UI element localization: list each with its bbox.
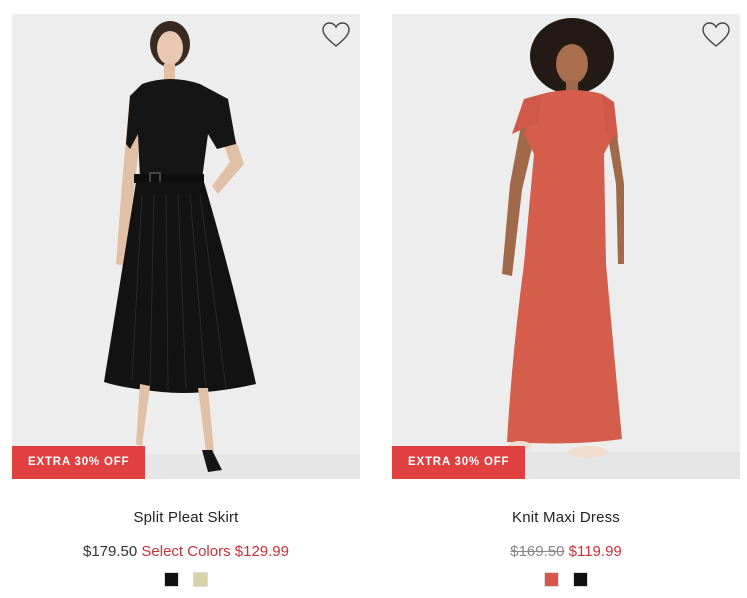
model-photo xyxy=(392,14,740,479)
color-swatch-black[interactable] xyxy=(573,572,588,587)
sale-label: Select Colors xyxy=(141,543,231,560)
promo-badge: EXTRA 30% OFF xyxy=(12,446,146,479)
product-card[interactable]: EXTRA 30% OFF Knit Maxi Dress $169.50 $1… xyxy=(392,14,740,587)
product-price: $169.50 $119.99 xyxy=(392,543,740,560)
product-name[interactable]: Knit Maxi Dress xyxy=(392,509,740,526)
product-price: $179.50 Select Colors $129.99 xyxy=(12,543,360,560)
product-image[interactable]: EXTRA 30% OFF xyxy=(392,14,740,479)
product-name[interactable]: Split Pleat Skirt xyxy=(12,509,360,526)
promo-badge: EXTRA 30% OFF xyxy=(392,446,526,479)
heart-icon[interactable] xyxy=(322,22,350,48)
color-swatch-beige[interactable] xyxy=(193,572,208,587)
product-card[interactable]: EXTRA 30% OFF Split Pleat Skirt $179.50 … xyxy=(12,14,360,587)
model-photo xyxy=(12,14,360,479)
color-swatch-coral[interactable] xyxy=(544,572,559,587)
heart-icon[interactable] xyxy=(702,22,730,48)
product-image[interactable]: EXTRA 30% OFF xyxy=(12,14,360,479)
sale-price: $129.99 xyxy=(234,543,289,560)
color-swatch-black[interactable] xyxy=(164,572,179,587)
sale-price: $119.99 xyxy=(568,543,622,560)
color-swatches xyxy=(12,572,360,587)
original-price: $169.50 xyxy=(510,543,565,560)
color-swatches xyxy=(392,572,740,587)
regular-price: $179.50 xyxy=(82,543,138,560)
